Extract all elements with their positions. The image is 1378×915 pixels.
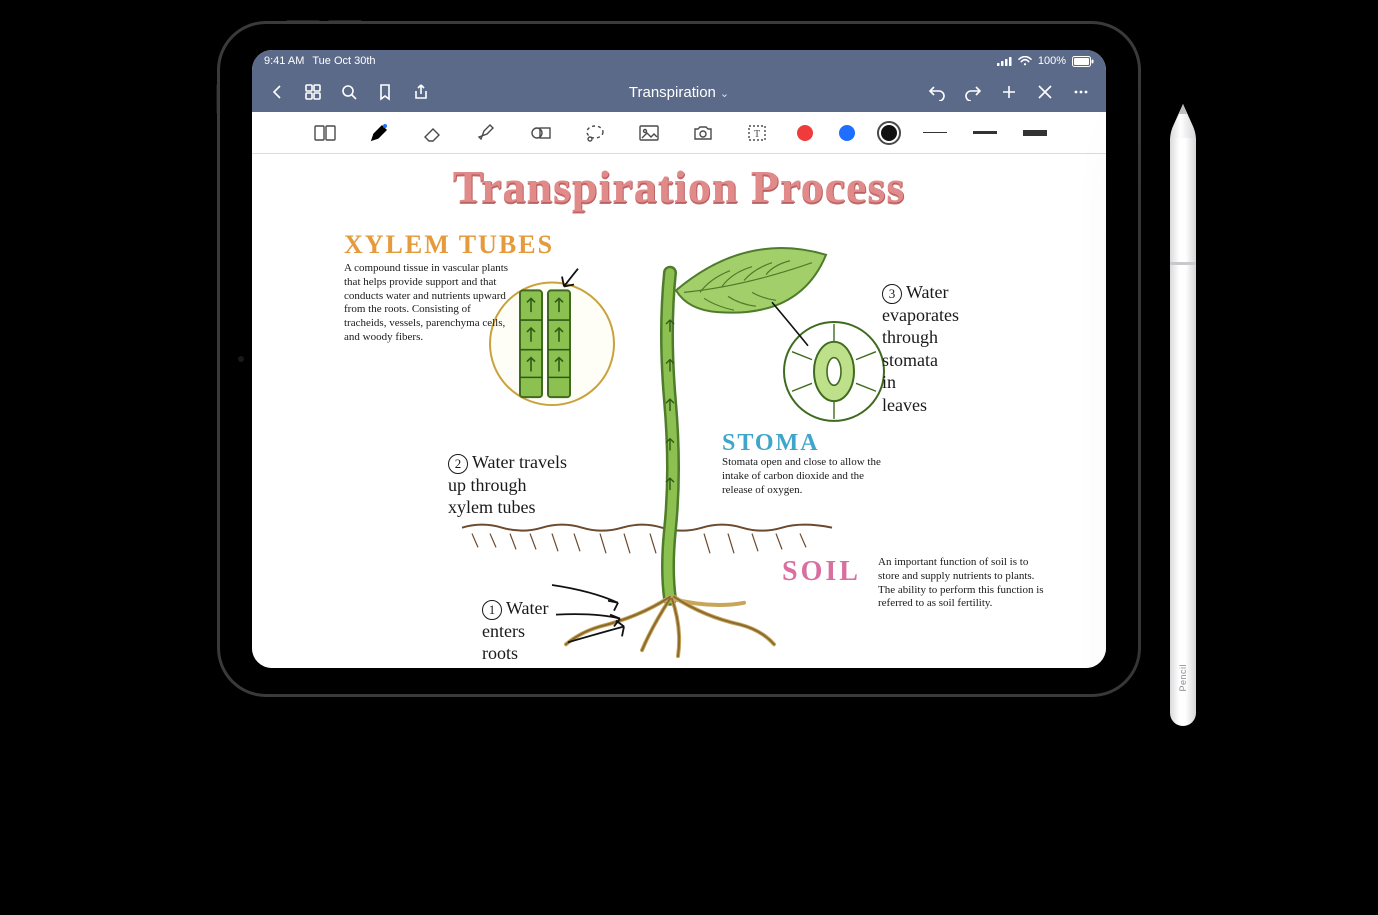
- pencil-label: Pencil: [1178, 664, 1188, 692]
- note-canvas[interactable]: Transpiration Process Xylem Tubes Stoma …: [252, 154, 1106, 668]
- svg-text:T: T: [754, 129, 760, 140]
- heading-soil: Soil: [782, 556, 861, 588]
- ipad-screen: 9:41 AM Tue Oct 30th 100%: [252, 50, 1106, 668]
- more-button[interactable]: [1064, 75, 1098, 109]
- text-tool[interactable]: T: [743, 119, 771, 147]
- color-swatch-black[interactable]: [881, 125, 897, 141]
- apple-pencil: Pencil: [1170, 104, 1196, 726]
- pencil-tip-icon: [1170, 104, 1196, 140]
- pencil-band: [1170, 262, 1196, 265]
- search-button[interactable]: [332, 75, 366, 109]
- lasso-tool[interactable]: [581, 119, 609, 147]
- toggle-toolbar-button[interactable]: [1028, 75, 1062, 109]
- color-swatch-blue[interactable]: [839, 125, 855, 141]
- ipad-device: 9:41 AM Tue Oct 30th 100%: [220, 24, 1138, 694]
- step-3: 3Water evaporates through stomata in lea…: [882, 258, 959, 416]
- step-2-number: 2: [448, 454, 468, 474]
- back-button[interactable]: [260, 75, 294, 109]
- bookmark-button[interactable]: [368, 75, 402, 109]
- eraser-tool[interactable]: [419, 119, 447, 147]
- step-1-number: 1: [482, 600, 502, 620]
- stoma-description: Stomata open and close to allow the inta…: [722, 456, 892, 497]
- step-1: 1Water enters roots: [482, 574, 549, 665]
- page-layout-tool[interactable]: [311, 119, 339, 147]
- battery-icon: [1072, 56, 1094, 67]
- app-navbar: Transpiration ⌄: [252, 72, 1106, 112]
- stroke-width-thin[interactable]: [923, 132, 947, 133]
- status-date: Tue Oct 30th: [312, 55, 375, 67]
- image-tool[interactable]: [635, 119, 663, 147]
- add-button[interactable]: [992, 75, 1026, 109]
- xylem-description: A compound tissue in vascular plants tha…: [344, 262, 512, 345]
- drawing-toolbar: T: [252, 112, 1106, 154]
- heading-xylem: Xylem Tubes: [344, 230, 554, 260]
- note-title: Transpiration Process: [252, 160, 1106, 213]
- status-time: 9:41 AM: [264, 55, 304, 67]
- share-button[interactable]: [404, 75, 438, 109]
- undo-button[interactable]: [920, 75, 954, 109]
- status-battery-pct: 100%: [1038, 55, 1066, 67]
- ios-status-bar: 9:41 AM Tue Oct 30th 100%: [252, 50, 1106, 72]
- camera-tool[interactable]: [689, 119, 717, 147]
- library-grid-button[interactable]: [296, 75, 330, 109]
- shapes-tool[interactable]: [527, 119, 555, 147]
- soil-description: An important function of soil is to stor…: [878, 556, 1048, 611]
- document-title-label: Transpiration: [629, 84, 716, 101]
- cellular-signal-icon: [997, 56, 1012, 66]
- pen-tool[interactable]: [365, 119, 393, 147]
- wifi-icon: [1018, 56, 1032, 66]
- redo-button[interactable]: [956, 75, 990, 109]
- stroke-width-mid[interactable]: [973, 131, 997, 134]
- pencil-body: [1170, 138, 1196, 726]
- stroke-width-thick[interactable]: [1023, 130, 1047, 136]
- heading-stoma: Stoma: [722, 430, 820, 457]
- chevron-down-icon: ⌄: [720, 87, 729, 100]
- color-swatch-red[interactable]: [797, 125, 813, 141]
- step-3-number: 3: [882, 284, 902, 304]
- step-2: 2Water travels up through xylem tubes: [448, 428, 567, 519]
- highlighter-tool[interactable]: [473, 119, 501, 147]
